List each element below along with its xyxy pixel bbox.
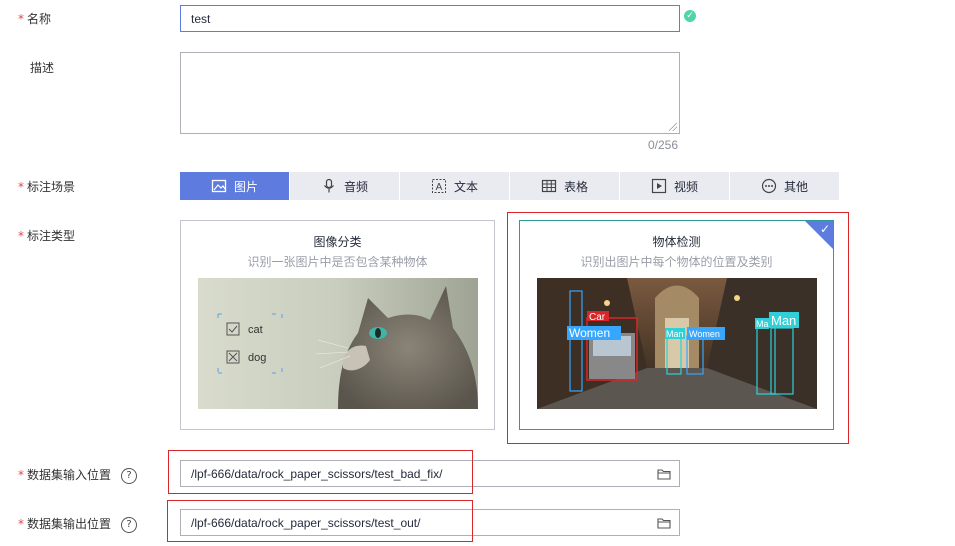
output-path-label: * 数据集输出位置? [18, 515, 138, 533]
description-label: 描述 [30, 61, 55, 75]
tab-table[interactable]: 表格 [510, 172, 619, 200]
image-icon [211, 179, 227, 193]
name-input-value: test [191, 11, 211, 26]
card-image-classification[interactable]: 图像分类 识别一张图片中是否包含某种物体 cat dog [180, 220, 495, 430]
tab-other[interactable]: 其他 [730, 172, 839, 200]
tab-video[interactable]: 视频 [620, 172, 729, 200]
svg-text:A: A [436, 182, 443, 193]
highlight-box-card [507, 212, 849, 444]
highlight-box-output-path [167, 500, 473, 542]
card-title: 图像分类 [313, 235, 362, 249]
more-icon [761, 178, 777, 194]
label-dog: dog [248, 352, 266, 364]
resize-grip-icon[interactable] [669, 123, 677, 131]
tab-audio[interactable]: 音频 [290, 172, 399, 200]
scene-tabs: 图片 音频 A 文本 表格 视频 其他 [180, 172, 839, 200]
description-textarea[interactable] [180, 52, 680, 134]
table-icon [541, 179, 557, 193]
label-cat: cat [248, 324, 263, 336]
video-icon [651, 178, 667, 194]
tab-text[interactable]: A 文本 [400, 172, 509, 200]
tab-image[interactable]: 图片 [180, 172, 289, 200]
scene-label: * 标注场景 [18, 180, 76, 194]
help-icon[interactable]: ? [121, 467, 138, 484]
cat-image: cat dog [198, 278, 478, 409]
card-description: 识别一张图片中是否包含某种物体 [247, 255, 428, 269]
char-counter: 0/256 [648, 138, 679, 152]
name-input[interactable]: test [180, 5, 680, 32]
microphone-icon [324, 178, 334, 193]
folder-icon[interactable] [657, 517, 671, 529]
text-icon: A [431, 179, 446, 193]
check-circle-icon: ✓ [684, 10, 696, 22]
folder-icon[interactable] [657, 468, 671, 480]
type-label: * 标注类型 [18, 229, 76, 243]
name-label: * 名称 [18, 12, 52, 26]
input-path-label: * 数据集输入位置? [18, 466, 138, 484]
highlight-box-input-path [168, 450, 473, 494]
help-icon[interactable]: ? [121, 516, 138, 533]
